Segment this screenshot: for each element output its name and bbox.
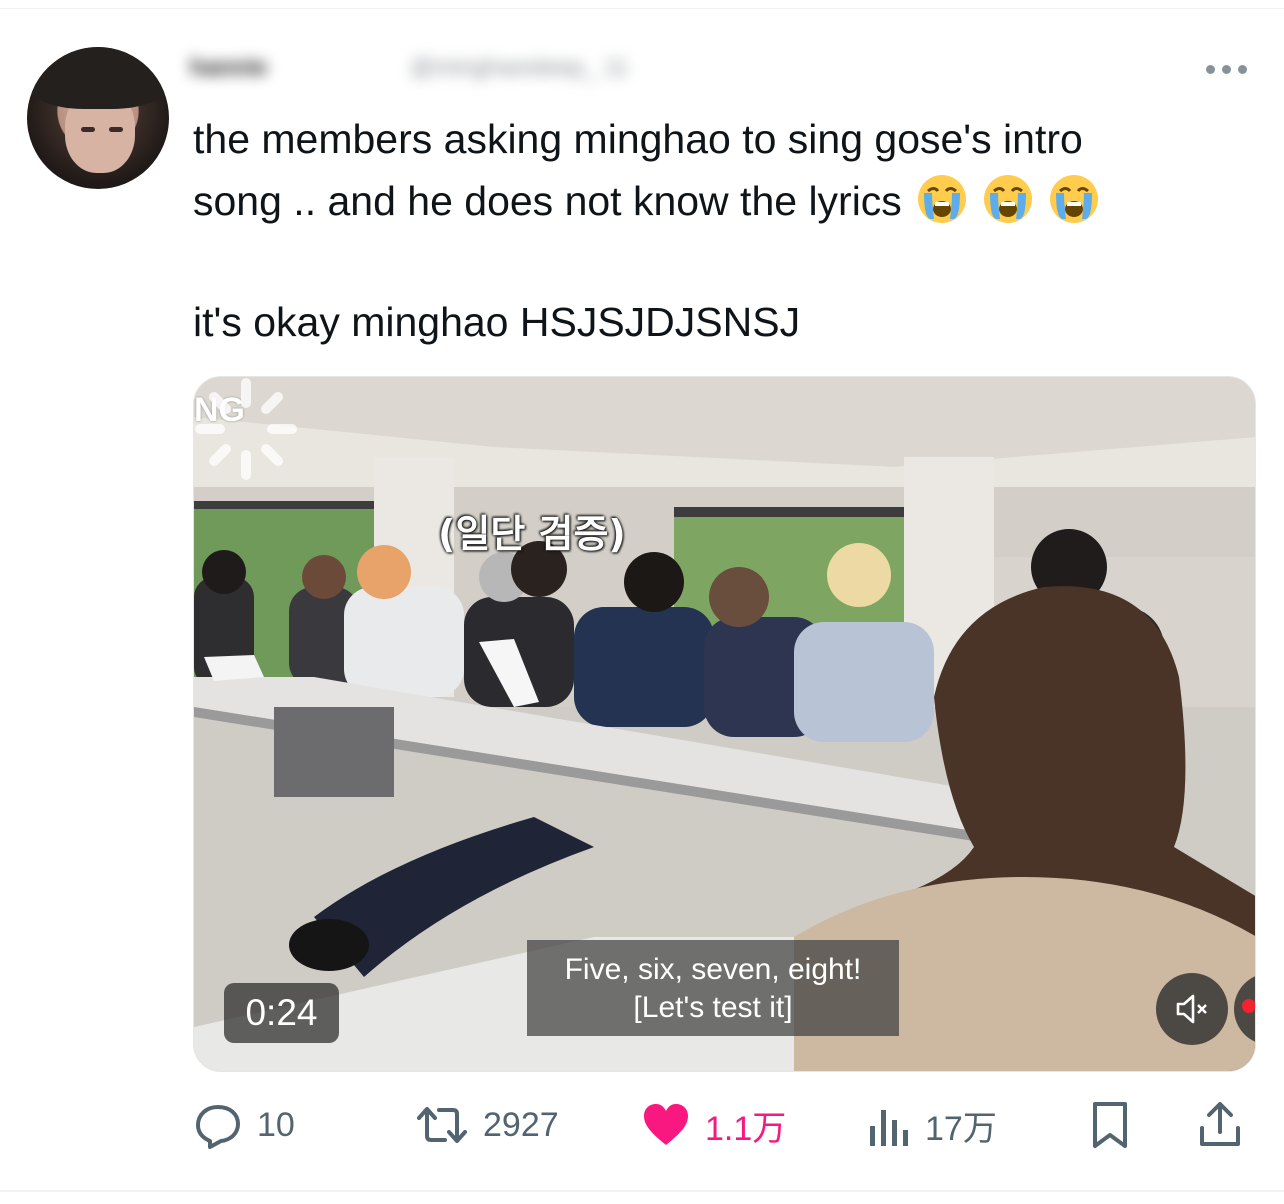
video-timestamp: 0:24	[224, 983, 339, 1043]
views-chart-icon	[870, 1110, 908, 1146]
tweet-actions: 10 2927 1.1万 17万	[193, 1098, 1256, 1152]
avatar-eye	[81, 127, 95, 132]
bookmark-button[interactable]	[1089, 1098, 1131, 1152]
dot	[1238, 64, 1247, 74]
views-count: 17万	[925, 1109, 997, 1148]
subtitle-line: [Let's test it]	[633, 991, 793, 1024]
more-options-icon[interactable]	[1206, 62, 1254, 76]
avatar-eye	[109, 127, 123, 132]
recording-dot-icon	[1242, 999, 1255, 1013]
like-button[interactable]: 1.1万	[641, 1098, 786, 1152]
dot	[1222, 64, 1231, 74]
dot	[1206, 64, 1215, 74]
share-icon	[1200, 1102, 1240, 1146]
divider	[0, 1190, 1284, 1192]
tweet-text: the members asking minghao to sing gose'…	[193, 108, 1253, 232]
avatar-hair	[27, 47, 169, 109]
video-overlay-caption: (일단 검증)	[438, 512, 626, 556]
tweet-text-line2: song .. and he does not know the lyrics	[193, 178, 902, 224]
handle[interactable]: @minghaosleep_ 11	[410, 54, 629, 82]
reply-count: 10	[257, 1105, 295, 1144]
loudly-crying-face-emoji	[917, 175, 966, 223]
retweet-button[interactable]: 2927	[415, 1098, 559, 1152]
display-name[interactable]: hannie	[190, 54, 267, 82]
tweet: hannie @minghaosleep_ 11 the members ask…	[0, 0, 1284, 1204]
reply-icon	[196, 1105, 240, 1149]
share-button[interactable]	[1197, 1098, 1243, 1152]
video-subtitle: Five, six, seven, eight! [Let's test it]	[527, 940, 899, 1036]
tweet-text-line: the members asking minghao to sing gose'…	[193, 116, 1083, 162]
heart-filled-icon	[644, 1104, 688, 1145]
like-count: 1.1万	[705, 1109, 787, 1148]
tweet-text-line: song .. and he does not know the lyrics	[193, 170, 1253, 232]
divider	[0, 8, 1284, 9]
avatar[interactable]	[27, 47, 169, 189]
loading-spinner-icon	[195, 378, 297, 480]
bookmark-icon	[1093, 1102, 1127, 1148]
video-player[interactable]: NG (일단 검증) Five, six, seven, eight! [Let…	[193, 376, 1256, 1072]
tweet-text-line: it's okay minghao HSJSJDJSNSJ	[193, 299, 801, 345]
author-header[interactable]: hannie @minghaosleep_ 11	[190, 48, 870, 88]
speaker-muted-icon	[1176, 994, 1207, 1024]
loudly-crying-face-emoji	[983, 175, 1032, 223]
subtitle-line: Five, six, seven, eight!	[564, 953, 862, 986]
views-button[interactable]: 17万	[867, 1098, 997, 1152]
reply-button[interactable]: 10	[193, 1098, 295, 1152]
loudly-crying-face-emoji	[1049, 175, 1098, 223]
retweet-count: 2927	[483, 1105, 559, 1144]
mute-button[interactable]	[1156, 973, 1228, 1045]
retweet-icon	[417, 1107, 467, 1143]
